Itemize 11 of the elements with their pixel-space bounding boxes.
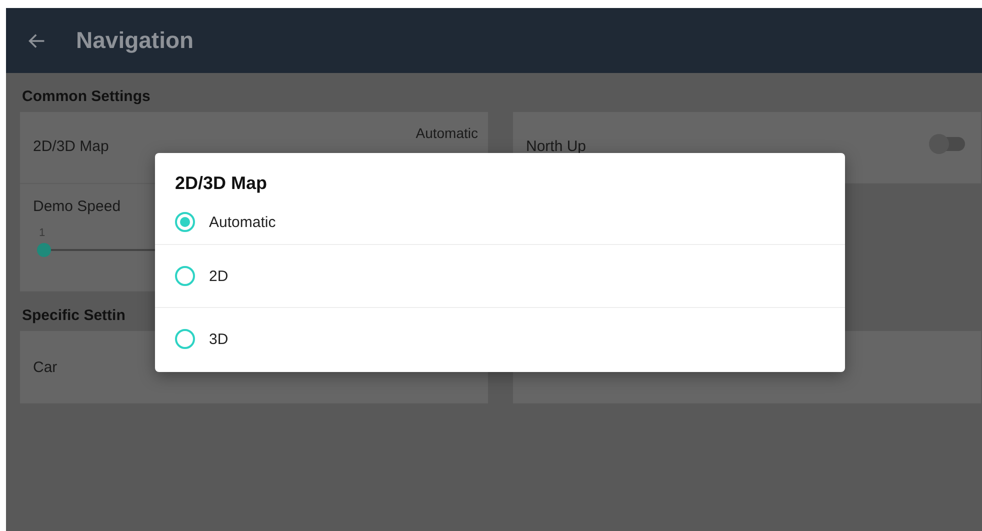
screen-title: Navigation [76, 27, 194, 54]
option-label: 2D [209, 268, 228, 284]
option-label: 3D [209, 330, 228, 348]
setting-value: Automatic [416, 125, 478, 141]
setting-label: Car [33, 358, 58, 376]
option-label: Automatic [209, 214, 276, 230]
section-heading: Specific Settin [21, 306, 126, 326]
setting-label: North Up [526, 138, 586, 155]
section-heading: Common Settings [21, 87, 152, 107]
setting-label: 2D/3D Map [33, 138, 109, 155]
setting-label: Demo Speed [33, 198, 122, 215]
